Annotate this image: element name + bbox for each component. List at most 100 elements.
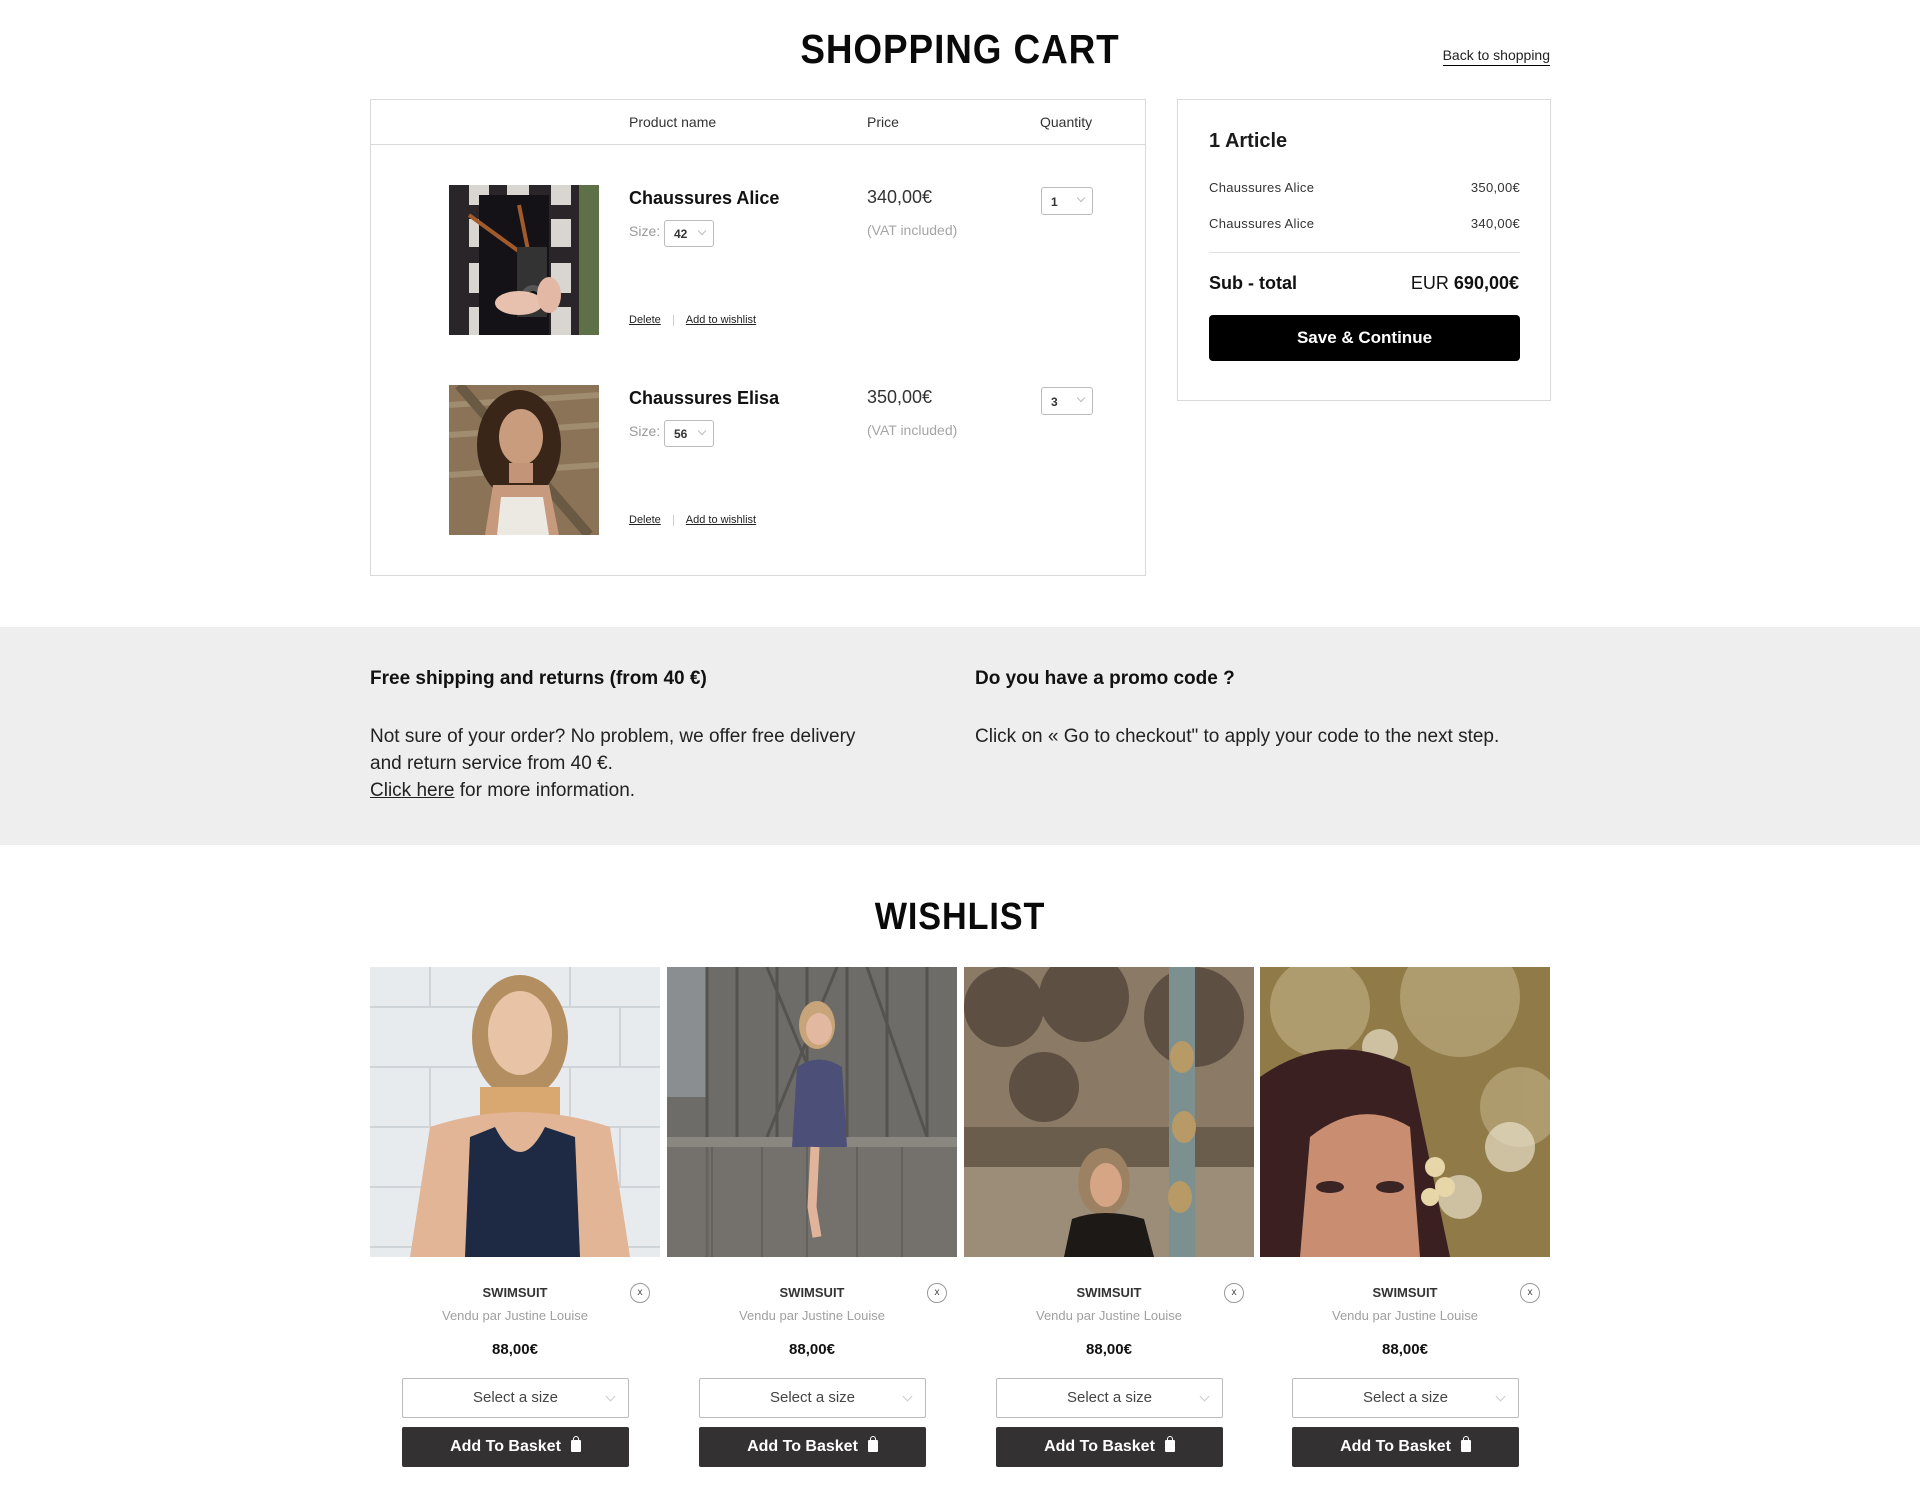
chevron-down-icon <box>1076 193 1086 203</box>
add-to-basket-button[interactable]: Add To Basket <box>996 1427 1223 1467</box>
product-name[interactable]: Chaussures Elisa <box>629 388 779 409</box>
size-label: Size: <box>629 223 661 239</box>
product-image[interactable] <box>449 185 599 335</box>
quantity-value: 1 <box>1051 195 1058 209</box>
wishlist-item-seller: Vendu par Justine Louise <box>1036 1308 1182 1323</box>
size-select[interactable]: 56 <box>664 420 714 447</box>
column-header-product-name: Product name <box>629 114 717 130</box>
summary-line-price: 340,00€ <box>1470 216 1520 231</box>
size-placeholder: Select a size <box>1066 1389 1153 1406</box>
size-placeholder: Select a size <box>1362 1389 1449 1406</box>
wishlist-item-name[interactable]: SWIMSUIT <box>964 1285 1254 1300</box>
subtotal-amount: 690,00€ <box>1453 273 1519 293</box>
cart-item-row: Chaussures Elisa Size: 56 350,00€ (VAT i… <box>371 385 1145 537</box>
summary-line: Chaussures Alice 340,00€ <box>1209 216 1520 231</box>
order-summary: 1 Article Chaussures Alice 350,00€ Chaus… <box>1177 99 1551 401</box>
summary-line-name: Chaussures Alice <box>1209 180 1315 195</box>
size-select[interactable]: Select a size <box>1292 1378 1519 1418</box>
divider <box>1209 252 1520 253</box>
page-title: SHOPPING CART <box>800 26 1120 72</box>
cart-table-header: Product name Price Quantity <box>371 100 1145 145</box>
row-actions: Delete Add to wishlist <box>629 514 756 526</box>
wishlist-item-seller: Vendu par Justine Louise <box>442 1308 588 1323</box>
shopping-bag-icon <box>867 1436 878 1452</box>
wishlist-item-seller: Vendu par Justine Louise <box>739 1308 885 1323</box>
add-to-basket-label: Add To Basket <box>1340 1438 1451 1455</box>
vat-note: (VAT included) <box>867 422 958 438</box>
product-price: 350,00€ <box>867 387 933 407</box>
add-to-basket-button[interactable]: Add To Basket <box>1292 1427 1519 1467</box>
remove-icon[interactable]: x <box>927 1283 947 1303</box>
add-to-wishlist-link[interactable]: Add to wishlist <box>686 514 756 526</box>
quantity-select[interactable]: 1 <box>1041 187 1093 215</box>
size-value: 56 <box>674 427 688 441</box>
delete-link[interactable]: Delete <box>629 314 661 326</box>
add-to-basket-button[interactable]: Add To Basket <box>402 1427 629 1467</box>
wishlist-item-price: 88,00€ <box>492 1341 538 1358</box>
chevron-down-icon <box>697 426 707 436</box>
add-to-basket-label: Add To Basket <box>450 1438 561 1455</box>
wishlist-item: SWIMSUIT x Vendu par Justine Louise 88,0… <box>1260 967 1550 1487</box>
shipping-text: Not sure of your order? No problem, we o… <box>370 723 930 804</box>
add-to-basket-label: Add To Basket <box>1044 1438 1155 1455</box>
wishlist-item-price: 88,00€ <box>1086 1341 1132 1358</box>
remove-icon[interactable]: x <box>1224 1283 1244 1303</box>
shipping-line: Not sure of your order? No problem, we o… <box>370 726 856 747</box>
remove-icon[interactable]: x <box>1520 1283 1540 1303</box>
size-select[interactable]: Select a size <box>402 1378 629 1418</box>
wishlist-title: WISHLIST <box>874 896 1046 938</box>
shopping-bag-icon <box>1164 1436 1175 1452</box>
back-to-shopping-link[interactable]: Back to shopping <box>1442 47 1550 66</box>
cart-item-row: Chaussures Alice Size: 42 340,00€ (VAT i… <box>371 185 1145 337</box>
product-price: 340,00€ <box>867 187 933 207</box>
promo-heading: Do you have a promo code ? <box>975 668 1235 689</box>
add-to-wishlist-link[interactable]: Add to wishlist <box>686 314 756 326</box>
shipping-heading: Free shipping and returns (from 40 €) <box>370 668 707 689</box>
remove-icon[interactable]: x <box>630 1283 650 1303</box>
wishlist-item-image[interactable] <box>964 967 1254 1257</box>
add-to-basket-button[interactable]: Add To Basket <box>699 1427 926 1467</box>
shopping-bag-icon <box>570 1436 581 1452</box>
wishlist-item: SWIMSUIT x Vendu par Justine Louise 88,0… <box>667 967 957 1487</box>
shopping-bag-icon <box>1460 1436 1471 1452</box>
chevron-down-icon <box>697 226 707 236</box>
wishlist-item-name[interactable]: SWIMSUIT <box>370 1285 660 1300</box>
add-to-basket-label: Add To Basket <box>747 1438 858 1455</box>
size-select[interactable]: Select a size <box>699 1378 926 1418</box>
quantity-select[interactable]: 3 <box>1041 387 1093 415</box>
column-header-quantity: Quantity <box>1040 114 1093 130</box>
wishlist-item-image[interactable] <box>1260 967 1550 1257</box>
delete-link[interactable]: Delete <box>629 514 661 526</box>
wishlist-item-name[interactable]: SWIMSUIT <box>1260 1285 1550 1300</box>
shipping-line-rest: for more information. <box>454 780 636 801</box>
save-continue-button[interactable]: Save & Continue <box>1209 315 1520 361</box>
product-name[interactable]: Chaussures Alice <box>629 188 779 209</box>
wishlist-item-image[interactable] <box>370 967 660 1257</box>
chevron-down-icon <box>1495 1391 1506 1402</box>
divider <box>672 514 674 526</box>
row-actions: Delete Add to wishlist <box>629 314 756 326</box>
click-here-link[interactable]: Click here <box>370 780 454 801</box>
promo-text: Click on « Go to checkout" to apply your… <box>975 726 1500 747</box>
size-select[interactable]: Select a size <box>996 1378 1223 1418</box>
summary-line-price: 350,00€ <box>1470 180 1520 195</box>
currency-code: EUR <box>1410 273 1449 293</box>
size-placeholder: Select a size <box>769 1389 856 1406</box>
wishlist-item-seller: Vendu par Justine Louise <box>1332 1308 1478 1323</box>
subtotal-label: Sub - total <box>1209 273 1297 293</box>
cart-table: Product name Price Quantity Chaussures A… <box>370 99 1146 576</box>
size-label: Size: <box>629 423 661 439</box>
subtotal-value: EUR 690,00€ <box>1411 273 1519 294</box>
size-select[interactable]: 42 <box>664 220 714 247</box>
chevron-down-icon <box>1076 393 1086 403</box>
shipping-line: Click here for more information. <box>370 777 930 804</box>
wishlist-item-price: 88,00€ <box>1382 1341 1428 1358</box>
wishlist-item-image[interactable] <box>667 967 957 1257</box>
wishlist-item: SWIMSUIT x Vendu par Justine Louise 88,0… <box>370 967 660 1487</box>
product-image[interactable] <box>449 385 599 535</box>
vat-note: (VAT included) <box>867 222 958 238</box>
summary-line: Chaussures Alice 350,00€ <box>1209 180 1520 195</box>
wishlist-item-name[interactable]: SWIMSUIT <box>667 1285 957 1300</box>
chevron-down-icon <box>902 1391 913 1402</box>
divider <box>672 314 674 326</box>
